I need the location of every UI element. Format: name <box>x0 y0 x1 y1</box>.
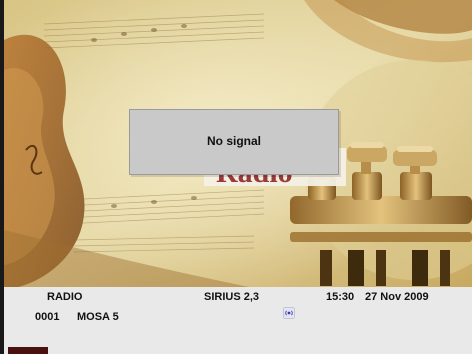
no-signal-dialog: No signal <box>129 109 339 175</box>
corner-mark <box>8 347 48 354</box>
current-date: 27 Nov 2009 <box>365 291 429 303</box>
clock-time: 15:30 <box>326 291 355 303</box>
channel-number: 0001 <box>35 311 60 323</box>
tv-screen: Radio No signal RADIO SIRIUS 2,3 15:30 2… <box>4 0 472 354</box>
channel-name: MOSA 5 <box>77 311 119 323</box>
no-signal-message: No signal <box>206 134 261 148</box>
channel-info-bar: RADIO SIRIUS 2,3 15:30 27 Nov 2009 0001 … <box>4 287 472 354</box>
satellite-name: SIRIUS 2,3 <box>204 291 260 303</box>
radio-signal-icon <box>283 307 295 319</box>
mode-label: RADIO <box>47 291 83 303</box>
